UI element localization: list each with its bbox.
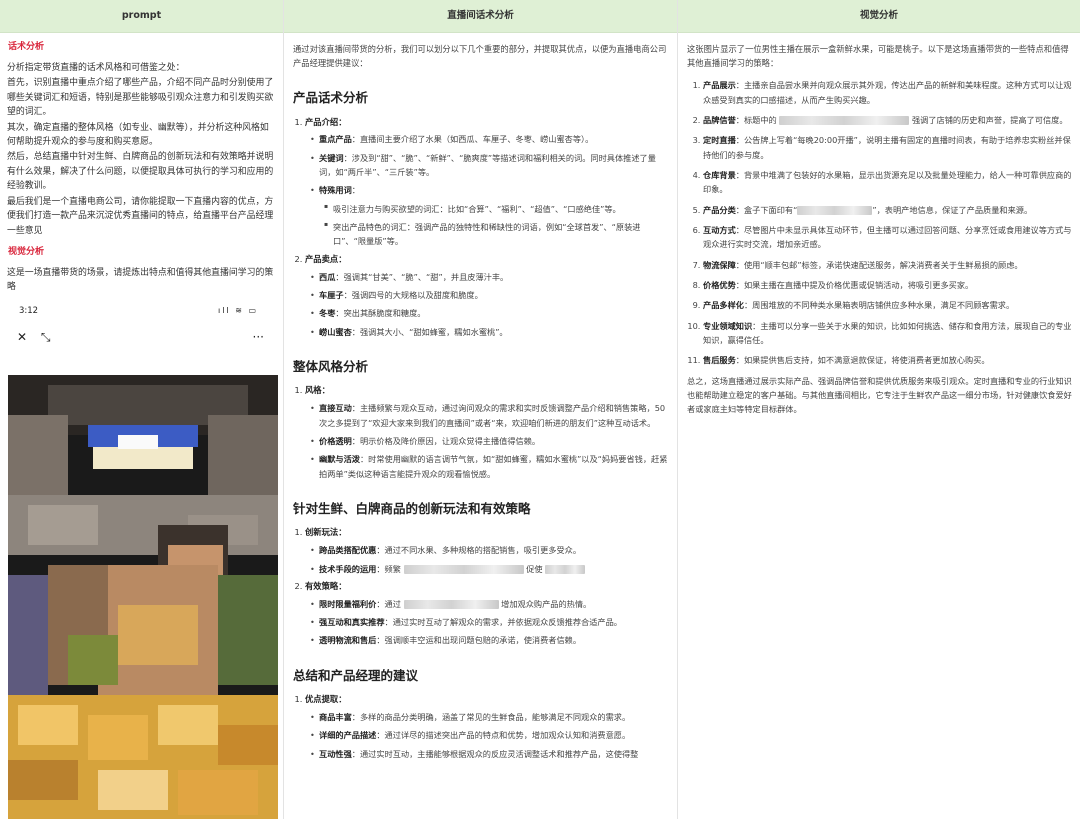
prompt-para-2: 首先，识别直播中重点介绍了哪些产品，介绍不同产品时分别使用了哪些关键词汇和短语，… [7, 78, 274, 118]
list-item: 产品卖点： 西瓜：强调其“甘美”、“脆”、“甜”，并且皮薄汁丰。 车厘子：强调四… [305, 253, 670, 340]
prompt-para-1: 分析指定带货直播的话术风格和可借鉴之处： [7, 62, 185, 73]
visual-analysis-header: 视觉分析 [678, 0, 1080, 33]
list-item: 物流保障：使用“顺丰包邮”标签，承诺快速配送服务，解决消费者关于生鲜易损的顾虑。 [703, 258, 1073, 272]
prompt-para-6: 这是一场直播带货的场景，请提炼出特点和值得其他直播间学习的策略 [7, 267, 274, 293]
visual-analysis-title: 视觉分析 [8, 247, 45, 257]
list-item: 关键词：涉及到“甜”、“脆”、“新鲜”、“脆爽度”等描述词和福利相关的词。同时具… [310, 151, 670, 180]
shrink-icon[interactable]: ⤡ [41, 330, 51, 344]
list-item: 风格： 直接互动：主播频繁与观众互动，通过询问观众的需求和实时反馈调整产品介绍和… [305, 384, 670, 481]
visual-analysis-column: 视觉分析 这张图片显示了一位男性主播在展示一盒新鲜水果，可能是桃子。以下是这场直… [678, 0, 1080, 819]
close-icon[interactable]: ✕ [17, 330, 27, 344]
list-item: 幽默与活泼：时常使用幽默的语言调节气氛，如“甜如蜂蜜，糯如水蜜桃”以及“妈妈要省… [310, 452, 670, 481]
list-item: 直接互动：主播频繁与观众互动，通过询问观众的需求和实时反馈调整产品介绍和销售策略… [310, 401, 670, 430]
heading-summary: 总结和产品经理的建议 [293, 667, 419, 683]
speech-analysis-column: 直播间话术分析 通过对该直播间带货的分析，我们可以划分以下几个重要的部分，并提取… [284, 0, 678, 819]
list-item: 强互动和真实推荐：通过实时互动了解观众的需求，并依据观众反馈推荐合适产品。 [310, 615, 670, 630]
list-item: 专业领域知识：主播可以分享一些关于水果的知识，比如如何挑选、储存和食用方法，展现… [703, 319, 1073, 348]
list-item: 崂山蜜杏：强调其大小、“甜如蜂蜜，糯如水蜜桃”。 [310, 325, 670, 340]
list-item: 透明物流和售后：强调顺丰空运和出现问题包赔的承诺，使消费者信赖。 [310, 633, 670, 648]
list-item: 技术手段的运用：频繁 促使 [310, 562, 670, 576]
redacted-text [779, 115, 910, 125]
list-item: 限时限量福利价：通过 增加观众购产品的热情。 [310, 597, 670, 612]
list-item: 售后服务：如果提供售后支持，如不满意退款保证，将使消费者更加放心购买。 [703, 353, 1073, 367]
list-item: 品牌信誉：标题中的 强调了店铺的历史和声誉，提高了可信度。 [703, 113, 1073, 127]
list-item: 详细的产品描述：通过详尽的描述突出产品的特点和优势，增加观众认知和消费意愿。 [310, 728, 670, 743]
redacted-text [403, 564, 524, 574]
prompt-para-4: 然后，总结直播中针对生鲜、白牌商品的创新玩法和有效策略并说明有什么效果，解决了什… [7, 152, 274, 192]
style-list: 风格： 直接互动：主播频繁与观众互动，通过询问观众的需求和实时反馈调整产品介绍和… [305, 384, 670, 481]
list-item: 创新玩法： 跨品类搭配优惠：通过不同水果、多种规格的搭配销售，吸引更多受众。 技… [305, 526, 670, 576]
list-item: 车厘子：强调四号的大规格以及甜度和脆度。 [310, 288, 670, 303]
redacted-text [797, 205, 873, 215]
prompt-header: prompt [0, 0, 283, 33]
phone-status-bar: 3:12 ıll ≋ ▭ [7, 305, 276, 318]
livestream-screenshot-image [8, 375, 278, 819]
prompt-column: prompt 话术分析 分析指定带货直播的话术风格和可借鉴之处： 首先，识别直播… [0, 0, 284, 819]
prompt-para-5: 最后我们是一个直播电商公司，请你能提取一下直播内容的优点，方便我们打造一款产品来… [7, 196, 274, 236]
product-speech-list: 产品介绍： 重点产品：直播间主要介绍了水果（如西瓜、车厘子、冬枣、崂山蜜杏等）。… [305, 116, 670, 340]
summary-list: 优点提取： 商品丰富：多样的商品分类明确，涵盖了常见的生鲜食品，能够满足不同观众… [305, 693, 670, 761]
heading-product-speech: 产品话术分析 [293, 90, 369, 106]
list-item: 西瓜：强调其“甘美”、“脆”、“甜”，并且皮薄汁丰。 [310, 270, 670, 285]
redacted-text [545, 564, 586, 574]
list-item: 产品多样化：周围堆放的不同种类水果箱表明店铺供应多种水果，满足不同顾客需求。 [703, 298, 1073, 312]
phone-toolbar: ✕ ⤡ ··· [7, 330, 276, 344]
strategy-list: 创新玩法： 跨品类搭配优惠：通过不同水果、多种规格的搭配销售，吸引更多受众。 技… [305, 526, 670, 648]
list-item: 仓库背景：背景中堆满了包装好的水果箱，显示出货源充足以及批量处理能力，给人一种可… [703, 168, 1073, 197]
speech-analysis-header: 直播间话术分析 [284, 0, 677, 33]
analysis-intro: 通过对该直播间带货的分析，我们可以划分以下几个重要的部分，并提取其优点，以便为直… [293, 44, 667, 69]
visual-summary: 总之，这场直播通过展示实际产品、强调品牌信誉和提供优质服务来吸引观众。定时直播和… [687, 375, 1072, 415]
speech-analysis-title: 话术分析 [8, 42, 45, 52]
list-item: 产品展示：主播亲自品尝水果并向观众展示其外观，传达出产品的新鲜和美味程度。这种方… [703, 78, 1073, 107]
list-item: 优点提取： 商品丰富：多样的商品分类明确，涵盖了常见的生鲜食品，能够满足不同观众… [305, 693, 670, 761]
phone-status-icons: ıll ≋ ▭ [217, 306, 258, 316]
phone-time: 3:12 [19, 305, 39, 316]
list-item: 产品分类：盒子下面印有“”，表明产地信息，保证了产品质量和来源。 [703, 203, 1073, 217]
list-item: 商品丰富：多样的商品分类明确，涵盖了常见的生鲜食品，能够满足不同观众的需求。 [310, 710, 670, 725]
visual-list: 产品展示：主播亲自品尝水果并向观众展示其外观，传达出产品的新鲜和美味程度。这种方… [703, 78, 1073, 368]
comparison-page: prompt 话术分析 分析指定带货直播的话术风格和可借鉴之处： 首先，识别直播… [0, 0, 1080, 819]
list-item: 重点产品：直播间主要介绍了水果（如西瓜、车厘子、冬枣、崂山蜜杏等）。 [310, 132, 670, 147]
list-item: 产品介绍： 重点产品：直播间主要介绍了水果（如西瓜、车厘子、冬枣、崂山蜜杏等）。… [305, 116, 670, 249]
list-item: 吸引注意力与购买欲望的词汇：比如“合算”、“福利”、“超值”、“口感绝佳”等。 [324, 202, 670, 216]
list-item: 有效策略： 限时限量福利价：通过 增加观众购产品的热情。 强互动和真实推荐：通过… [305, 580, 670, 648]
list-item: 定时直播：公告牌上写着“每晚20:00开播”，说明主播有固定的直播时间表，有助于… [703, 133, 1073, 162]
heading-fresh-strategy: 针对生鲜、白牌商品的创新玩法和有效策略 [293, 501, 531, 517]
redacted-text [403, 599, 499, 609]
list-item: 价格透明：明示价格及降价原因，让观众觉得主播值得信赖。 [310, 434, 670, 449]
list-item: 价格优势：如果主播在直播中提及价格优惠或促销活动，将吸引更多买家。 [703, 278, 1073, 292]
list-item: 跨品类搭配优惠：通过不同水果、多种规格的搭配销售，吸引更多受众。 [310, 543, 670, 558]
list-item: 特殊用词： 吸引注意力与购买欲望的词汇：比如“合算”、“福利”、“超值”、“口感… [310, 183, 670, 249]
list-item: 互动性强：通过实时互动，主播能够根据观众的反应灵活调整话术和推荐产品，这使得整 [310, 747, 670, 762]
more-icon[interactable]: ··· [253, 328, 264, 347]
list-item: 突出产品特色的词汇：强调产品的独特性和稀缺性的词语，例如“全球首发”、“原装进口… [324, 220, 670, 249]
prompt-para-3: 其次，确定直播的整体风格（如专业、幽默等），并分析这种风格如何帮助提升观众的参与… [7, 122, 269, 148]
heading-overall-style: 整体风格分析 [293, 359, 369, 375]
list-item: 互动方式：尽管图片中未显示具体互动环节，但主播可以通过回答问题、分享烹饪或食用建… [703, 223, 1073, 252]
visual-intro: 这张图片显示了一位男性主播在展示一盒新鲜水果，可能是桃子。以下是这场直播带货的一… [687, 44, 1069, 69]
list-item: 冬枣：突出其酥脆度和糖度。 [310, 306, 670, 321]
